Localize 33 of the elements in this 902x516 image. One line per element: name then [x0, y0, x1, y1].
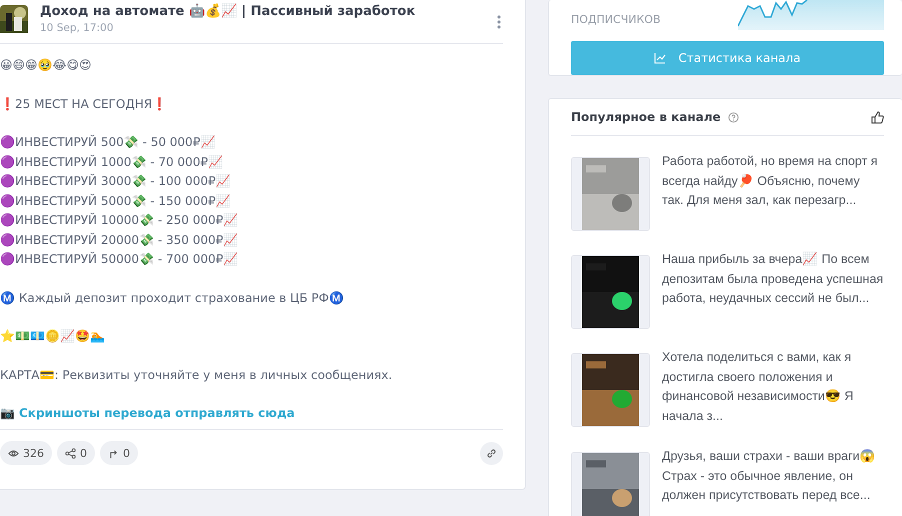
share-icon [65, 448, 76, 458]
post-text: 😀😄😁🥹😂😋😍 [0, 57, 93, 74]
popular-post-text[interactable]: Наша прибыль за вчера📈 По всем депозитам была проведена успешная работа, неудачных сессий не был... [662, 250, 884, 336]
more-icon[interactable] [497, 15, 501, 29]
link-icon [486, 448, 497, 458]
popular-post-text[interactable]: Работа работой, но время на спорт я всегда найду🏓 Объясню, почему так. Для меня зал, как перезагр... [662, 152, 884, 238]
line-chart-icon [654, 52, 666, 64]
camera-icon: 📷 [0, 404, 15, 424]
popular-title: Популярное в канале [571, 110, 721, 124]
eye-icon [8, 448, 19, 458]
post-text: 🟣ИНВЕСТИРУЙ 3000💸 - 100 000₽📈 [0, 172, 232, 190]
help-icon[interactable] [728, 112, 739, 122]
post-text: КАРТА💳: Реквизиты уточняйте у меня в личных сообщениях. [0, 366, 394, 384]
post-text: 🟣ИНВЕСТИРУЙ 20000💸 - 350 000₽📈 [0, 232, 240, 248]
post-text: ⭐💵💶🪙📈🤩🏊 [0, 328, 106, 345]
post-date: 10 Sep, 17:00 [40, 22, 114, 34]
forwards-counter[interactable]: 0 [100, 441, 138, 465]
post-text: 🟣ИНВЕСТИРУЙ 5000💸 - 150 000₽📈 [0, 192, 232, 210]
post-text: 🟣ИНВЕСТИРУЙ 10000💸 - 250 000₽📈 [0, 212, 240, 229]
post-text: ❗25 МЕСТ НА СЕГОДНЯ❗ [0, 96, 168, 112]
popular-post-text[interactable]: Друзья, ваши страхи - ваши враги😱 Страх - это обычное явление, он должен присутствовать перед все... [662, 447, 884, 516]
post-text: Ⓜ Каждый депозит проходит страхование в ЦБ РФⓂ [0, 290, 345, 306]
copy-link-button[interactable] [480, 442, 503, 464]
forward-icon [108, 448, 119, 458]
thumbs-up-icon[interactable] [871, 110, 884, 124]
post-text: 🟣ИНВЕСТИРУЙ 500💸 - 50 000₽📈 [0, 134, 216, 151]
subscribers-label: ПОДПИСЧИКОВ [571, 13, 660, 28]
popular-post-text[interactable]: Хотела поделиться с вами, как я достигла своего положения и финансовой независимости😎 Я начала з... [662, 348, 884, 435]
shares-counter[interactable]: 0 [57, 441, 95, 465]
views-counter[interactable]: 326 [0, 441, 52, 465]
channel-name[interactable]: Доход на автомате 🤖💰📈 | Пассивный заработок [40, 3, 485, 19]
post-text: 🟣ИНВЕСТИРУЙ 1000💸 - 70 000₽📈 [0, 154, 224, 170]
post-text: 🟣ИНВЕСТИРУЙ 50000💸 - 700 000₽📈 [0, 250, 240, 268]
